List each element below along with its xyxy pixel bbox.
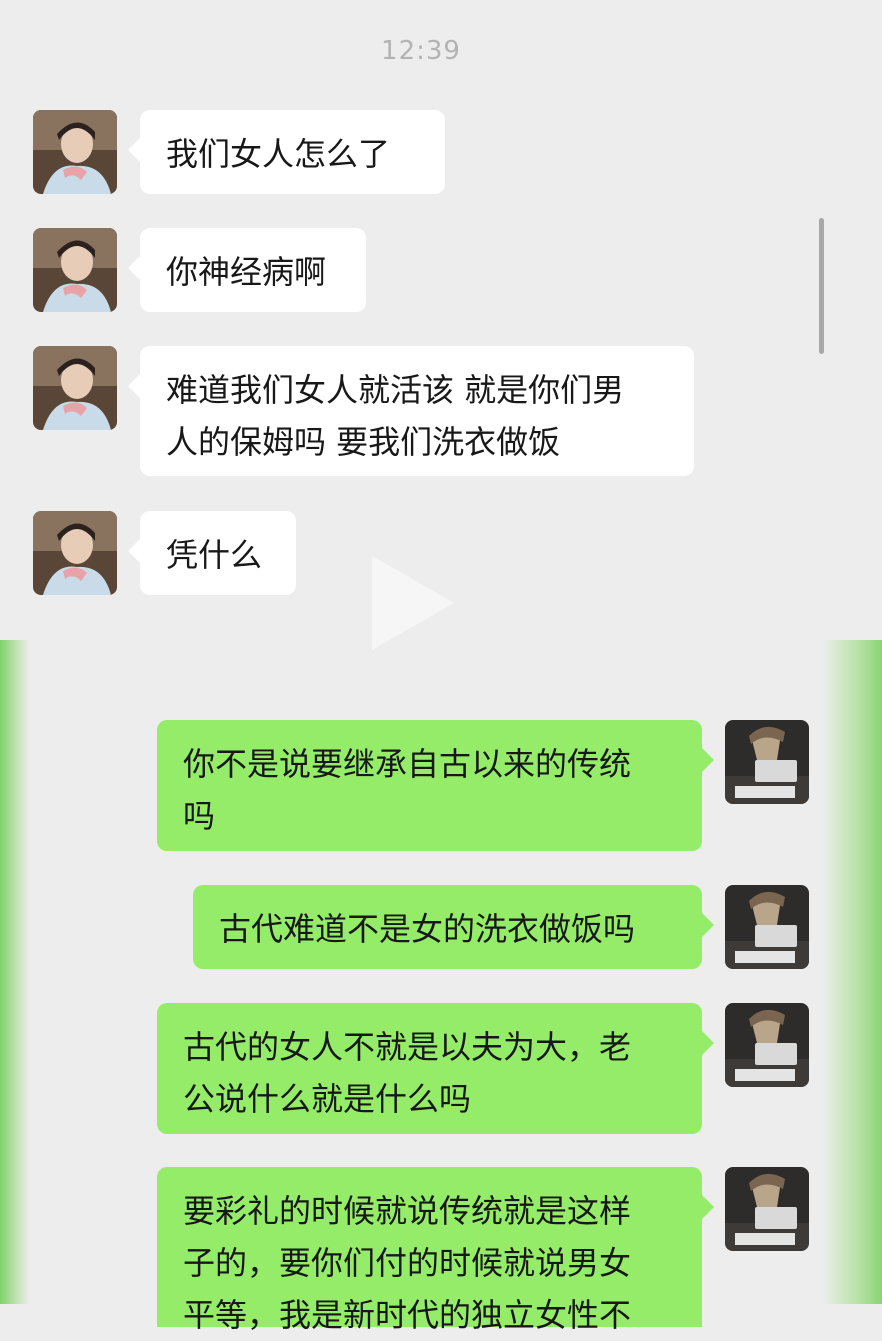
contact-avatar[interactable] xyxy=(33,346,117,430)
message-line: 凭什么 xyxy=(166,536,263,574)
message-line: 公说什么就是什么吗 xyxy=(183,1080,472,1118)
message-timestamp: 12:39 xyxy=(381,36,461,66)
outgoing-message[interactable]: 要彩礼的时候就说传统就是这样 子的，要你们付的时候就说男女 平等，我是新时代的独… xyxy=(157,1167,714,1334)
incoming-message[interactable]: 我们女人怎么了 xyxy=(128,110,445,194)
incoming-message[interactable]: 凭什么 xyxy=(128,511,296,595)
message-line: 人的保姆吗 要我们洗衣做饭 xyxy=(166,423,561,461)
contact-avatar[interactable] xyxy=(33,228,117,312)
scrollbar[interactable] xyxy=(819,218,824,354)
contact-avatar-icon xyxy=(33,511,117,595)
message-line: 你不是说要继承自古以来的传统 xyxy=(183,745,632,783)
message-line: 我们女人怎么了 xyxy=(166,135,391,173)
own-avatar-icon xyxy=(725,720,809,804)
contact-avatar-icon xyxy=(33,228,117,312)
outgoing-message[interactable]: 古代的女人不就是以夫为大，老 公说什么就是什么吗 xyxy=(157,1003,714,1134)
own-avatar-icon xyxy=(725,885,809,969)
contact-avatar[interactable] xyxy=(33,110,117,194)
message-line: 古代难道不是女的洗衣做饭吗 xyxy=(219,910,636,948)
incoming-message[interactable]: 难道我们女人就活该 就是你们男 人的保姆吗 要我们洗衣做饭 xyxy=(128,346,694,476)
contact-avatar[interactable] xyxy=(33,511,117,595)
own-avatar[interactable] xyxy=(725,1003,809,1087)
own-avatar[interactable] xyxy=(725,885,809,969)
message-line: 平等，我是新时代的独立女性不 xyxy=(183,1296,632,1334)
message-line: 古代的女人不就是以夫为大，老 xyxy=(183,1028,632,1066)
contact-avatar-icon xyxy=(33,346,117,430)
message-line: 你神经病啊 xyxy=(166,253,327,291)
play-icon[interactable] xyxy=(362,548,462,658)
edge-glow-right xyxy=(822,640,882,1304)
outgoing-message[interactable]: 古代难道不是女的洗衣做饭吗 xyxy=(193,885,714,969)
own-avatar-icon xyxy=(725,1167,809,1251)
message-line: 子的，要你们付的时候就说男女 xyxy=(183,1244,632,1282)
message-line: 难道我们女人就活该 就是你们男 xyxy=(166,371,625,409)
incoming-message[interactable]: 你神经病啊 xyxy=(128,228,366,312)
message-line: 吗 xyxy=(183,797,216,835)
message-line: 要彩礼的时候就说传统就是这样 xyxy=(183,1192,632,1230)
contact-avatar-icon xyxy=(33,110,117,194)
outgoing-message[interactable]: 你不是说要继承自古以来的传统 吗 xyxy=(157,720,714,851)
own-avatar[interactable] xyxy=(725,720,809,804)
own-avatar-icon xyxy=(725,1003,809,1087)
own-avatar[interactable] xyxy=(725,1167,809,1251)
edge-glow-left xyxy=(0,640,30,1304)
